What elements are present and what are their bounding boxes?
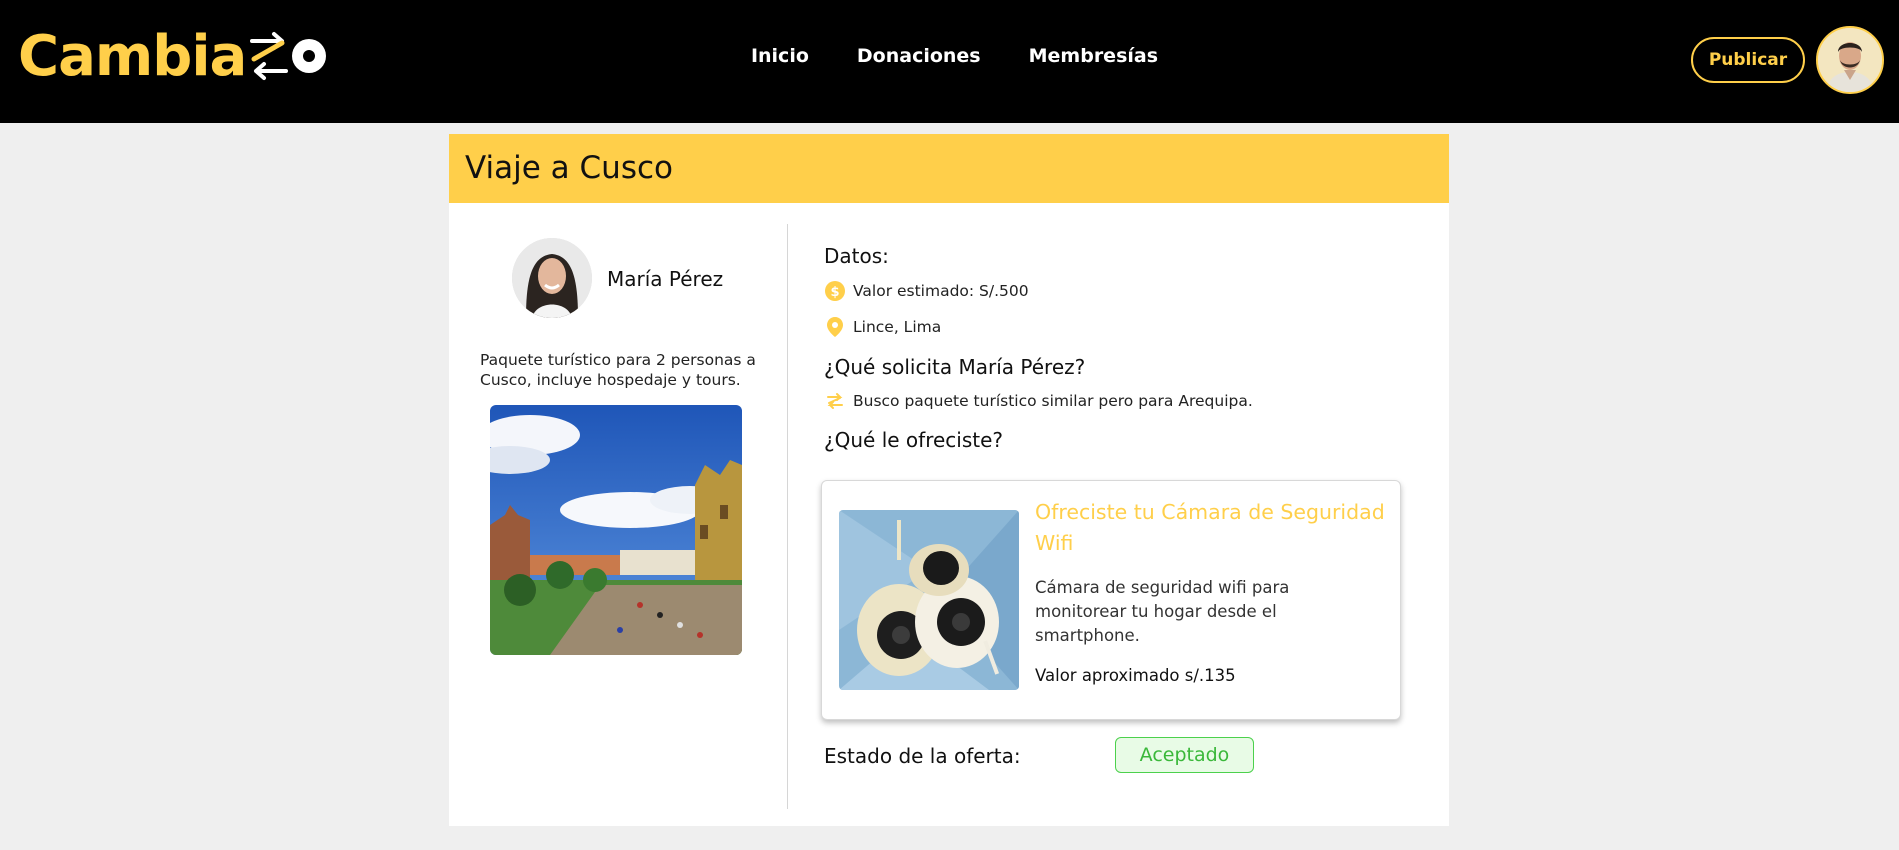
offer-photo[interactable] <box>839 510 1019 690</box>
svg-text:$: $ <box>830 285 839 300</box>
coin-icon: $ <box>824 280 846 302</box>
offer-heading: ¿Qué le ofreciste? <box>824 428 1004 452</box>
nav-donaciones[interactable]: Donaciones <box>857 45 981 67</box>
offer-title[interactable]: Ofreciste tu Cámara de Seguridad Wifi <box>1035 497 1385 559</box>
exchange-icon <box>824 391 846 411</box>
post-title-bar: Viaje a Cusco <box>449 134 1449 203</box>
top-navbar: Cambia Inicio Donaciones Membresías Publ… <box>0 0 1899 123</box>
details-heading: Datos: <box>824 244 889 268</box>
offer-value: Valor aproximado s/.135 <box>1035 666 1236 685</box>
request-heading: ¿Qué solicita María Pérez? <box>824 355 1086 379</box>
estimated-value: Valor estimado: S/.500 <box>853 282 1029 300</box>
column-divider <box>787 224 788 809</box>
owner-avatar[interactable] <box>512 238 592 318</box>
nav-inicio[interactable]: Inicio <box>751 45 809 67</box>
offer-description: Cámara de seguridad wifi para monitorear… <box>1035 578 1290 645</box>
main-nav: Inicio Donaciones Membresías <box>0 45 1899 67</box>
post-photo[interactable] <box>490 405 742 655</box>
estimated-value-row: $ Valor estimado: S/.500 <box>824 280 1029 302</box>
location-row: Lince, Lima <box>824 316 941 338</box>
request-text: Busco paquete turístico similar pero par… <box>853 392 1253 410</box>
offer-status-label: Estado de la oferta: <box>824 744 1021 768</box>
nav-membresias[interactable]: Membresías <box>1029 45 1158 67</box>
offer-card[interactable]: Ofreciste tu Cámara de Seguridad Wifi Cá… <box>821 480 1401 720</box>
status-badge: Aceptado <box>1115 737 1254 773</box>
post-title: Viaje a Cusco <box>465 150 673 186</box>
owner-name[interactable]: María Pérez <box>607 267 723 291</box>
publish-button[interactable]: Publicar <box>1691 37 1805 83</box>
location-text: Lince, Lima <box>853 318 942 336</box>
user-avatar[interactable] <box>1816 26 1884 94</box>
request-row: Busco paquete turístico similar pero par… <box>824 391 1253 411</box>
location-pin-icon <box>824 316 846 338</box>
post-description: Paquete turístico para 2 personas a Cusc… <box>480 351 756 389</box>
